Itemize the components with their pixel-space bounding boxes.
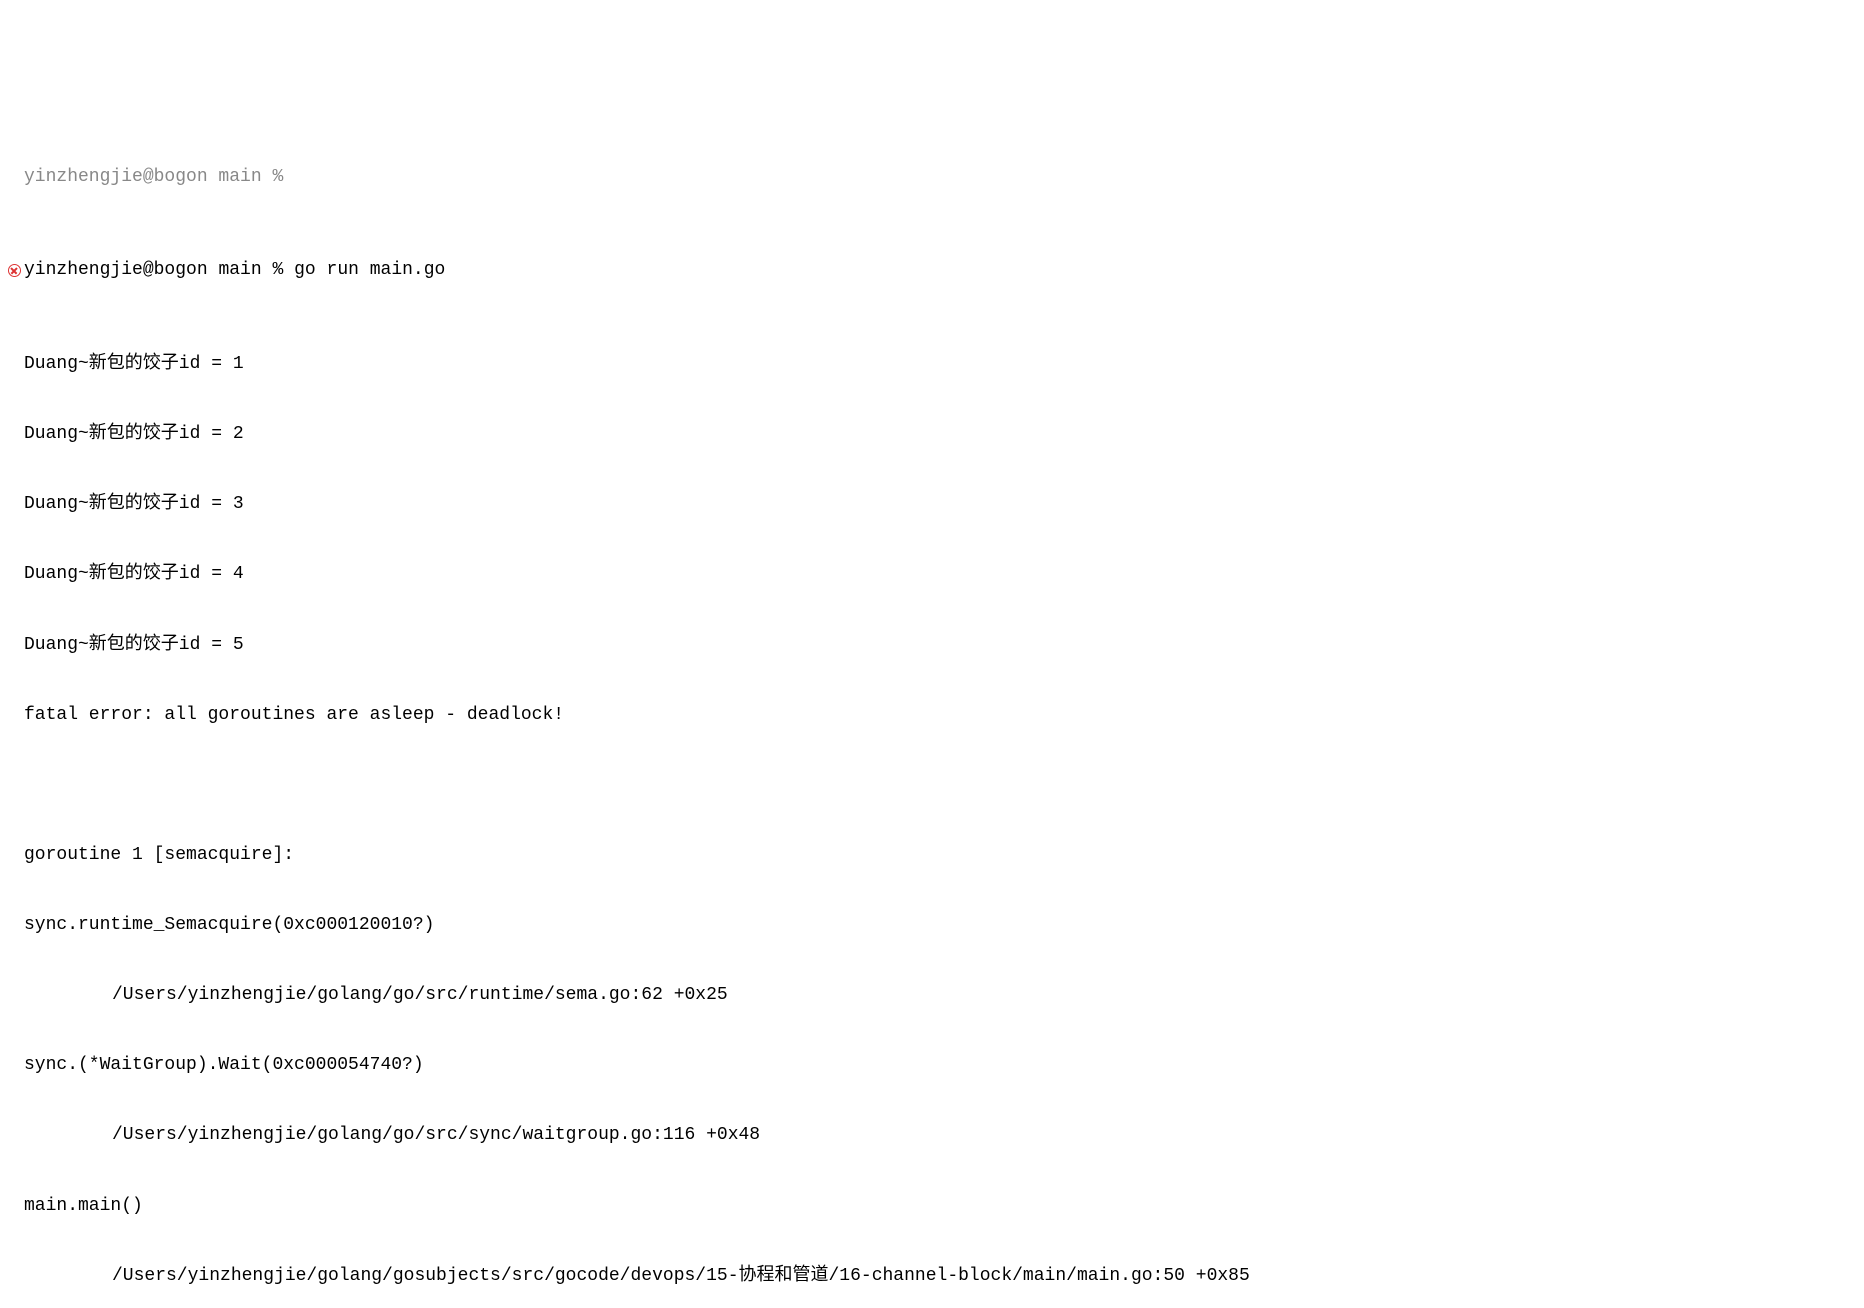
status-gutter (4, 259, 24, 282)
output-text: Duang~新包的饺子id = 5 (24, 634, 1864, 657)
stack-frame: sync.runtime_Semacquire(0xc000120010?) (24, 914, 1864, 937)
output-line (4, 774, 1864, 797)
prompt-line-1: yinzhengjie@bogon main % go run main.go (4, 259, 1864, 282)
command-text: go run main.go (294, 260, 445, 280)
output-line: /Users/yinzhengjie/golang/go/src/sync/wa… (4, 1124, 1864, 1147)
prompt-symbol: % (272, 260, 283, 280)
output-line: Duang~新包的饺子id = 1 (4, 353, 1864, 376)
output-line: Duang~新包的饺子id = 4 (4, 563, 1864, 586)
output-text: Duang~新包的饺子id = 3 (24, 493, 1864, 516)
fatal-error-text: fatal error: all goroutines are asleep -… (24, 704, 1864, 727)
output-line: sync.(*WaitGroup).Wait(0xc000054740?) (4, 1054, 1864, 1077)
truncated-previous-line: yinzhengjie@bogon main % (4, 166, 1864, 189)
prev-text: yinzhengjie@bogon main % (24, 166, 1864, 189)
stack-frame: main.main() (24, 1195, 1864, 1218)
error-status-icon (8, 264, 21, 277)
output-line: Duang~新包的饺子id = 3 (4, 493, 1864, 516)
stack-location: /Users/yinzhengjie/golang/go/src/sync/wa… (24, 1124, 1864, 1147)
goroutine-header: goroutine 1 [semacquire]: (24, 844, 1864, 867)
output-line: Duang~新包的饺子id = 2 (4, 423, 1864, 446)
stack-location: /Users/yinzhengjie/golang/gosubjects/src… (24, 1265, 1864, 1288)
stack-location: /Users/yinzhengjie/golang/go/src/runtime… (24, 984, 1864, 1007)
output-line: /Users/yinzhengjie/golang/gosubjects/src… (4, 1265, 1864, 1288)
prompt-dir: main (218, 260, 261, 280)
output-line: sync.runtime_Semacquire(0xc000120010?) (4, 914, 1864, 937)
output-text: Duang~新包的饺子id = 2 (24, 423, 1864, 446)
output-line: main.main() (4, 1195, 1864, 1218)
stack-frame: sync.(*WaitGroup).Wait(0xc000054740?) (24, 1054, 1864, 1077)
output-line: goroutine 1 [semacquire]: (4, 844, 1864, 867)
output-line: /Users/yinzhengjie/golang/go/src/runtime… (4, 984, 1864, 1007)
output-line: fatal error: all goroutines are asleep -… (4, 704, 1864, 727)
terminal-output[interactable]: yinzhengjie@bogon main % yinzhengjie@bog… (0, 96, 1864, 1308)
output-text: Duang~新包的饺子id = 1 (24, 353, 1864, 376)
output-text: Duang~新包的饺子id = 4 (24, 563, 1864, 586)
output-line: Duang~新包的饺子id = 5 (4, 634, 1864, 657)
prompt-user-host: yinzhengjie@bogon (24, 260, 208, 280)
